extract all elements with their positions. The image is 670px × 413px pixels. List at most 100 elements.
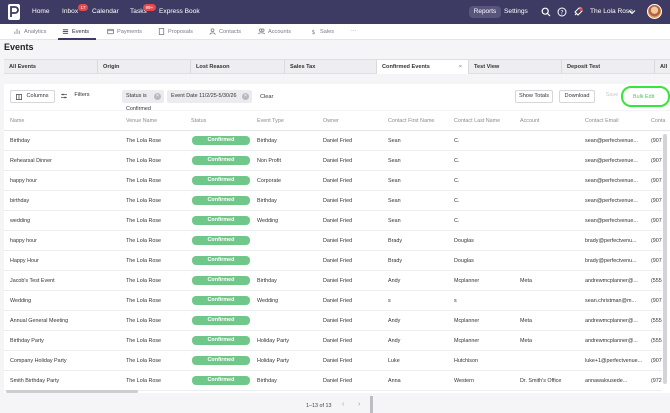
cell-venue: The Lola Rose <box>126 278 162 284</box>
column-header-contact-first-name[interactable]: Contact First Name <box>388 118 434 124</box>
view-tab-deposit-test[interactable]: Deposit Test <box>562 60 655 74</box>
cell-venue: The Lola Rose <box>126 338 162 344</box>
view-tab-sales-tax[interactable]: Sales Tax <box>285 60 377 74</box>
filter-chip-status[interactable]: Status is Confirmed × <box>122 90 164 112</box>
view-tab-all-events[interactable]: All Events <box>4 60 98 74</box>
view-tab-origin[interactable]: Origin <box>98 60 191 74</box>
remove-filter-icon[interactable]: × <box>242 93 249 100</box>
column-header-name[interactable]: Name <box>10 118 24 124</box>
status-badge: Confirmed <box>192 156 250 165</box>
cell-contact-first: Sean <box>388 198 401 204</box>
tab-contacts[interactable]: Contacts <box>209 28 241 35</box>
chevron-down-icon[interactable] <box>628 8 636 16</box>
cell-name: Annual General Meeting <box>10 318 69 324</box>
filter-chip-event-date[interactable]: Event Date 11/2/25-5/30/26 × <box>167 90 252 103</box>
table-row[interactable]: Rehearsal Dinner The Lola Rose Confirmed… <box>4 151 662 171</box>
column-header-contact-email[interactable]: Contact Email <box>585 118 619 124</box>
prev-page-button[interactable]: ‹ <box>342 401 344 408</box>
clear-filters-link[interactable]: Clear <box>260 94 273 100</box>
table-row[interactable]: Annual General Meeting The Lola Rose Con… <box>4 311 662 331</box>
nav-express-book[interactable]: Express Book <box>159 8 200 15</box>
remove-filter-icon[interactable]: × <box>154 93 161 100</box>
column-header-status[interactable]: Status <box>191 118 206 124</box>
cell-event-type: Wedding <box>257 218 279 224</box>
column-header-account[interactable]: Account <box>520 118 539 124</box>
cell-phone: (907 <box>651 158 662 164</box>
close-view-tab-icon[interactable]: × <box>459 60 462 74</box>
tab-payments-label: Payments <box>117 28 142 35</box>
table-row[interactable]: happy hour The Lola Rose Confirmed Danie… <box>4 231 662 251</box>
columns-button[interactable]: Columns <box>10 90 55 103</box>
save-button[interactable]: Save <box>601 90 623 103</box>
bulk-edit-button[interactable]: Bulk Edit <box>633 94 654 100</box>
cell-owner: Daniel Fried <box>323 158 353 164</box>
nav-reports[interactable]: Reports <box>469 6 501 18</box>
table-row[interactable]: Jacob's Test Event The Lola Rose Confirm… <box>4 271 662 291</box>
show-totals-button[interactable]: Show Totals <box>515 90 553 103</box>
tab-payments[interactable]: Payments <box>107 28 142 35</box>
vertical-scrollbar[interactable] <box>663 134 667 384</box>
tab-proposals[interactable]: Proposals <box>158 28 193 35</box>
cell-owner: Daniel Fried <box>323 258 353 264</box>
column-header-venue-name[interactable]: Venue Name <box>126 118 157 124</box>
table-row[interactable]: birthday The Lola Rose Confirmed Birthda… <box>4 191 662 211</box>
status-badge: Confirmed <box>192 136 250 145</box>
tab-events-label: Events <box>72 28 90 35</box>
table-row[interactable]: Smith Birthday Party The Lola Rose Confi… <box>4 371 662 391</box>
cell-owner: Daniel Fried <box>323 138 353 144</box>
nav-settings[interactable]: Settings <box>504 8 528 15</box>
tab-analytics[interactable]: Analytics <box>14 28 46 35</box>
cell-venue: The Lola Rose <box>126 238 162 244</box>
more-tabs-button[interactable]: ··· <box>351 28 357 34</box>
nav-calendar[interactable]: Calendar <box>92 8 119 15</box>
cell-contact-first: Brady <box>388 238 403 244</box>
venue-switcher[interactable]: The Lola Rose <box>590 8 633 15</box>
cell-contact-first: Sean <box>388 138 401 144</box>
column-header-event-type[interactable]: Event Type <box>257 118 284 124</box>
column-header-owner[interactable]: Owner <box>323 118 339 124</box>
cell-account: Meta <box>520 278 532 284</box>
next-page-button[interactable]: › <box>358 401 360 408</box>
perfect-venue-logo[interactable] <box>8 4 20 20</box>
cell-event-type: Holiday Party <box>257 358 290 364</box>
filters-button[interactable]: Filters <box>59 90 95 103</box>
cell-owner: Daniel Fried <box>323 298 353 304</box>
download-button[interactable]: Download <box>559 90 595 103</box>
view-tab-test-view[interactable]: Test View <box>469 60 562 74</box>
cell-venue: The Lola Rose <box>126 178 162 184</box>
view-tab-confirmed-events[interactable]: Confirmed Events × <box>377 60 469 74</box>
status-badge: Confirmed <box>192 336 250 345</box>
notifications-rocket-icon[interactable] <box>573 7 583 17</box>
tab-sales[interactable]: $ Sales <box>310 28 334 36</box>
cell-contact-last: Mcplanner <box>454 338 480 344</box>
table-row[interactable]: Wedding The Lola Rose Confirmed Wedding … <box>4 291 662 311</box>
cell-contact-last: Mcplanner <box>454 318 480 324</box>
view-tab-lost-reason[interactable]: Lost Reason <box>191 60 285 74</box>
svg-text:?: ? <box>560 9 563 16</box>
cell-email: sean@perfectvenue... <box>585 178 638 184</box>
table-row[interactable]: Company Holiday Party The Lola Rose Conf… <box>4 351 662 371</box>
table-row[interactable]: Happy Hour The Lola Rose Confirmed Danie… <box>4 251 662 271</box>
user-avatar[interactable] <box>647 4 662 19</box>
cell-contact-first: Andy <box>388 278 401 284</box>
search-icon[interactable] <box>541 7 551 17</box>
cell-name: Birthday <box>10 138 30 144</box>
tab-accounts[interactable]: Accounts <box>258 28 291 35</box>
events-table: Name Venue Name Status Event Type Owner … <box>4 111 670 393</box>
column-header-contact-phone[interactable]: Conta <box>651 118 665 124</box>
cell-contact-first: s <box>388 298 391 304</box>
help-icon[interactable]: ? <box>557 7 567 17</box>
tab-events[interactable]: Events <box>62 28 89 35</box>
view-tab-all-overflow[interactable]: All <box>655 60 670 74</box>
table-row[interactable]: Birthday Party The Lola Rose Confirmed H… <box>4 331 662 351</box>
table-row[interactable]: Birthday The Lola Rose Confirmed Birthda… <box>4 131 662 151</box>
cell-contact-first: Sean <box>388 158 401 164</box>
status-badge: Confirmed <box>192 276 250 285</box>
nav-home[interactable]: Home <box>32 8 50 15</box>
column-header-contact-last-name[interactable]: Contact Last Name <box>454 118 500 124</box>
table-row[interactable]: wedding The Lola Rose Confirmed Wedding … <box>4 211 662 231</box>
horizontal-scrollbar[interactable] <box>6 390 138 393</box>
cell-phone: (907 <box>651 198 662 204</box>
nav-inbox[interactable]: Inbox <box>62 8 78 15</box>
table-row[interactable]: happy hour The Lola Rose Confirmed Corpo… <box>4 171 662 191</box>
